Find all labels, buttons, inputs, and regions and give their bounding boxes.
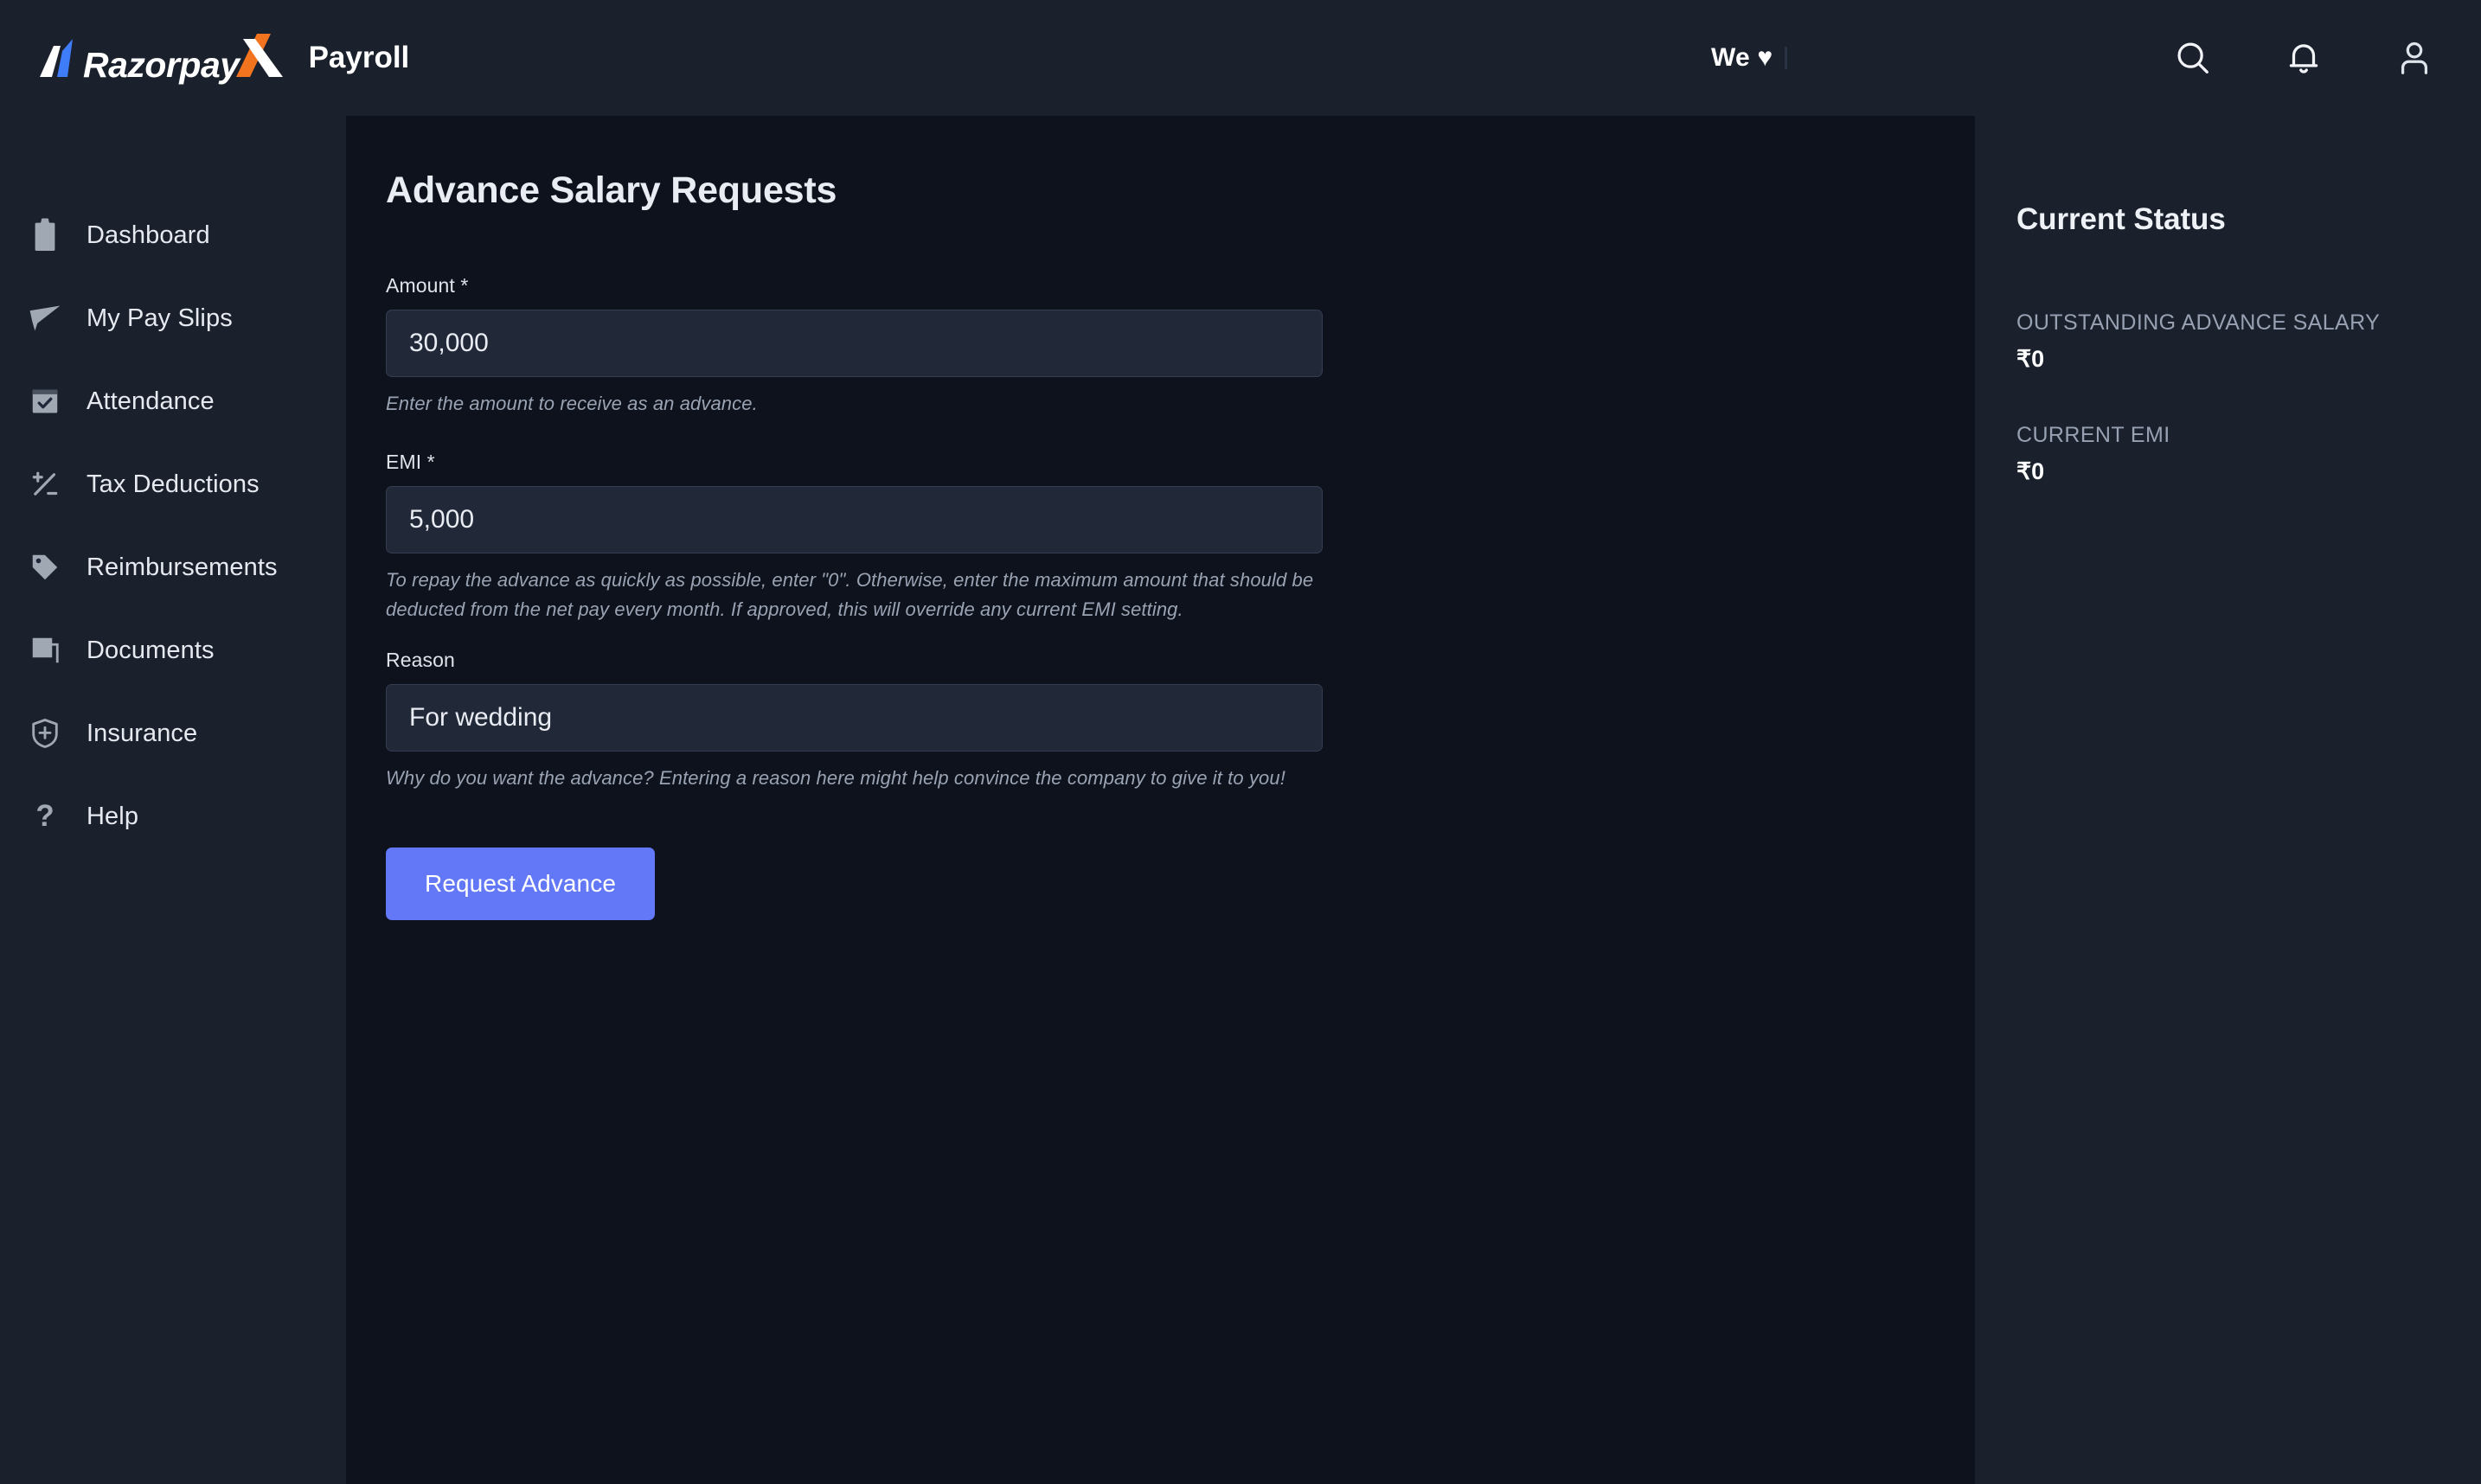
status-item-value: ₹0 xyxy=(2016,458,2045,484)
documents-icon xyxy=(26,631,64,669)
sidebar-item-label: Tax Deductions xyxy=(87,470,260,498)
page-title: Advance Salary Requests xyxy=(386,170,837,211)
main-content: Advance Salary Requests Amount * Enter t… xyxy=(346,116,1975,1484)
top-header: Razorpay Payroll We ♥ xyxy=(0,0,2481,116)
notifications-button[interactable] xyxy=(2282,36,2325,80)
sidebar-item-attendance[interactable]: Attendance xyxy=(0,379,346,424)
sidebar-item-label: Reimbursements xyxy=(87,553,278,581)
sidebar-item-dashboard[interactable]: Dashboard xyxy=(0,213,346,258)
we-love-banner: We ♥ xyxy=(1711,0,1788,116)
sidebar-item-insurance[interactable]: Insurance xyxy=(0,711,346,756)
sidebar-item-my-pay-slips[interactable]: My Pay Slips xyxy=(0,296,346,341)
header-actions xyxy=(2171,0,2436,116)
search-button[interactable] xyxy=(2171,36,2215,80)
reason-field-group: Reason Why do you want the advance? Ente… xyxy=(386,649,1975,793)
clipboard-icon xyxy=(26,216,64,254)
sidebar-item-help[interactable]: ? Help xyxy=(0,794,346,839)
amount-field-group: Amount * Enter the amount to receive as … xyxy=(386,274,1975,419)
reason-help-text: Why do you want the advance? Entering a … xyxy=(386,767,1285,790)
razorpay-mark-icon xyxy=(40,38,73,77)
emi-label: EMI * xyxy=(386,451,435,474)
status-item-current-emi: CURRENT EMI ₹0 xyxy=(2016,423,2481,485)
reason-input[interactable] xyxy=(386,684,1323,752)
brand[interactable]: Razorpay Payroll xyxy=(38,33,410,85)
sidebar-item-documents[interactable]: Documents xyxy=(0,628,346,673)
question-mark-icon: ? xyxy=(26,797,64,835)
emi-field-group: EMI * To repay the advance as quickly as… xyxy=(386,451,1975,624)
reason-label: Reason xyxy=(386,649,455,672)
sidebar-item-label: Help xyxy=(87,802,139,830)
search-icon xyxy=(2177,42,2209,74)
amount-help-text: Enter the amount to receive as an advanc… xyxy=(386,393,758,414)
current-status-panel: Current Status OUTSTANDING ADVANCE SALAR… xyxy=(1975,116,2481,1484)
status-item-outstanding-advance-salary: OUTSTANDING ADVANCE SALARY ₹0 xyxy=(2016,310,2481,373)
amount-input[interactable] xyxy=(386,310,1323,377)
sidebar-item-reimbursements[interactable]: Reimbursements xyxy=(0,545,346,590)
status-item-label: CURRENT EMI xyxy=(2016,423,2170,447)
razorpayx-logo: Razorpay xyxy=(38,33,283,85)
tag-icon xyxy=(26,548,64,586)
calendar-check-icon xyxy=(26,382,64,420)
we-love-text: We ♥ xyxy=(1711,43,1773,72)
emi-help-text: To repay the advance as quickly as possi… xyxy=(386,569,1314,621)
we-love-divider xyxy=(1785,47,1788,69)
shield-plus-icon xyxy=(26,714,64,752)
bell-icon xyxy=(2289,44,2318,74)
sidebar-item-tax-deductions[interactable]: Tax Deductions xyxy=(0,462,346,507)
status-item-label: OUTSTANDING ADVANCE SALARY xyxy=(2016,310,2381,335)
sidebar-item-label: My Pay Slips xyxy=(87,304,233,332)
sidebar-item-label: Insurance xyxy=(87,719,198,747)
brand-product: Payroll xyxy=(308,41,410,74)
razorpay-x-icon xyxy=(235,33,283,77)
status-item-value: ₹0 xyxy=(2016,346,2045,372)
request-advance-button[interactable]: Request Advance xyxy=(386,848,655,921)
emi-input[interactable] xyxy=(386,486,1323,554)
sidebar-item-label: Dashboard xyxy=(87,221,210,249)
sidebar: Dashboard My Pay Slips Attendance Tax De… xyxy=(0,116,346,1484)
user-icon xyxy=(2401,42,2428,74)
app-root: Razorpay Payroll We ♥ Dashboard My Pay S… xyxy=(0,0,2481,1484)
amount-label: Amount * xyxy=(386,274,469,297)
svg-text:?: ? xyxy=(35,800,54,833)
plus-minus-icon xyxy=(26,465,64,503)
sidebar-item-label: Attendance xyxy=(87,387,215,415)
paper-plane-icon xyxy=(26,299,64,337)
account-button[interactable] xyxy=(2393,36,2436,80)
status-panel-title: Current Status xyxy=(2016,202,2226,236)
brand-word: Razorpay xyxy=(83,44,240,85)
sidebar-item-label: Documents xyxy=(87,636,215,664)
